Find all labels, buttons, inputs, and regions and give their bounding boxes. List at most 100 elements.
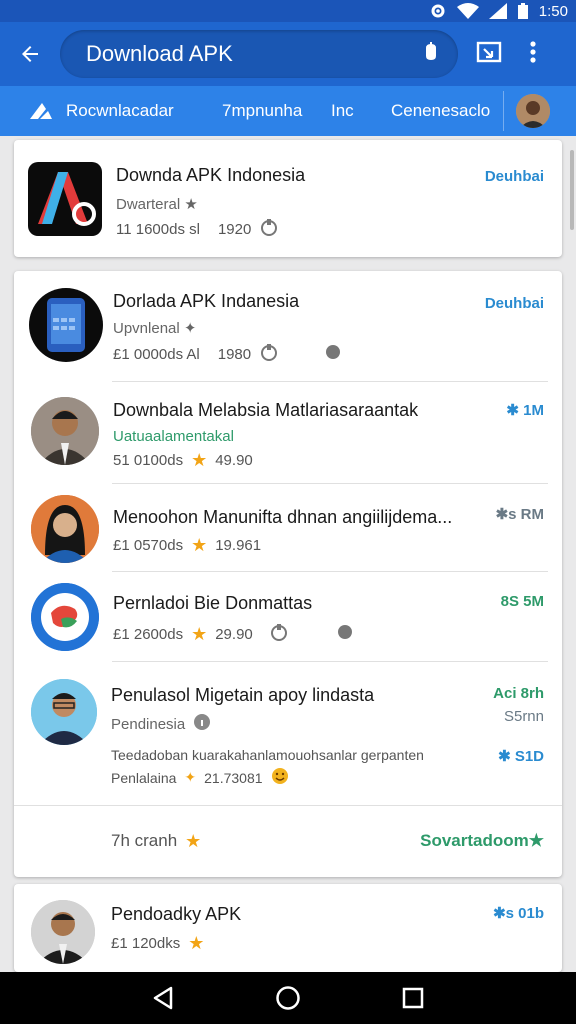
app-meta: £1 120dks ★: [111, 933, 204, 954]
app-meta: £1 0000ds Al 1980: [113, 342, 341, 366]
search-field[interactable]: Download APK: [60, 30, 458, 78]
app-subtitle: Uatuaalamentakal: [113, 428, 234, 445]
nav-home-button[interactable]: [268, 978, 308, 1018]
meta-label: Penlalaina: [111, 769, 177, 786]
size-label: Aci 8rh: [493, 685, 544, 702]
circle-home-icon: [276, 986, 300, 1010]
star-icon: ★: [188, 933, 205, 953]
footer-rating: 7h cranh ★: [111, 831, 201, 852]
screen: 1:50 Download APK Rocwnlacadar 7mpnunha …: [0, 0, 576, 1024]
app-title: Menoohon Manunifta dhnan angiilijdema...: [113, 507, 453, 527]
hand-icon: [269, 622, 289, 646]
app-subtitle: Pendinesia: [111, 715, 186, 733]
location-icon: [337, 624, 353, 644]
app-title: Dorlada APK Indanesia: [113, 291, 300, 311]
person-avatar: [31, 495, 99, 563]
download-button[interactable]: Deuhbai: [485, 168, 544, 185]
cast-icon[interactable]: [476, 41, 502, 68]
rating: 19.961: [215, 537, 262, 554]
app-subtitle-row: Pendinesia: [111, 713, 211, 735]
app-title: Pendoadky APK: [111, 904, 242, 924]
triangle-back-icon: [153, 986, 172, 1010]
app-list-card: Dorlada APK Indanesia Upvnlenal ✦ £1 000…: [14, 271, 562, 877]
star-icon: ★: [185, 830, 202, 851]
list-item[interactable]: Dorlada APK Indanesia Upvnlenal ✦ £1 000…: [14, 271, 562, 381]
card-footer: 7h cranh ★ Sovartadoom★: [14, 805, 562, 877]
list-item[interactable]: Penulasol Migetain apoy lindasta Pendine…: [14, 661, 562, 805]
more-downloads-link[interactable]: Sovartadoom★: [420, 831, 544, 851]
size-label: 8S 5M: [500, 593, 544, 610]
meta-number: 1920: [217, 220, 252, 238]
system-nav-bar: [0, 972, 576, 1024]
tab-downloads[interactable]: Rocwnlacadar: [0, 86, 205, 136]
tab-inc[interactable]: Inc: [331, 86, 391, 136]
app-meta: 11 1600ds sl 1920: [116, 217, 279, 241]
app-description: Teedadoban kuarakahanlamouohsanlar gerpa…: [111, 747, 424, 763]
app-logo-icon: [28, 162, 102, 236]
star-icon: ★: [191, 623, 208, 644]
tab-label: Rocwnlacadar: [66, 101, 174, 120]
app-meta: £1 2600ds ★ 29.90: [113, 622, 353, 646]
size-label: ✱s RM: [495, 506, 544, 523]
download-count: 11 1600ds sl: [116, 220, 200, 238]
app-meta: Penlalaina ✦ 21.73081: [111, 767, 289, 788]
profile-avatar[interactable]: [516, 94, 550, 128]
app-card[interactable]: Pendoadky APK £1 120dks ★ ✱s 01b: [14, 884, 562, 972]
size-label: ✱ 1M: [506, 402, 544, 419]
sparkle-icon: ✦: [184, 769, 197, 785]
logo-tab-icon: [30, 103, 52, 119]
app-circle-icon: [31, 583, 99, 651]
person-avatar: [31, 397, 99, 465]
hand-icon: [259, 217, 279, 241]
size-sublabel: S5rnn: [503, 708, 544, 725]
list-item[interactable]: Pernladoi Bie Donmattas £1 2600ds ★ 29.9…: [14, 571, 562, 661]
star-icon: ★: [191, 450, 208, 470]
tab-divider: [503, 91, 504, 131]
tab-popular[interactable]: 7mpnunha: [205, 86, 331, 136]
download-count: £1 2600ds: [113, 625, 184, 643]
rating: 49.90: [215, 452, 253, 469]
download-count: £1 0000ds Al: [113, 345, 200, 363]
scrollbar[interactable]: [570, 150, 574, 230]
list-item[interactable]: Downbala Melabsia Matlariasaraantak Uatu…: [14, 381, 562, 483]
download-count: £1 120dks: [111, 935, 181, 952]
search-input[interactable]: Download APK: [86, 41, 424, 67]
more-vert-icon[interactable]: [530, 40, 536, 68]
nav-back-button[interactable]: [143, 978, 183, 1018]
arrow-back-icon: [22, 46, 38, 62]
info-icon: [193, 713, 211, 735]
tab-categories[interactable]: Cenenesaclo: [391, 86, 503, 136]
app-card-featured[interactable]: Downda APK Indonesia Dwarteral ★ 11 1600…: [14, 140, 562, 257]
rating: 29.90: [215, 625, 253, 643]
square-recents-icon: [403, 987, 424, 1009]
emoji-icon: [271, 767, 289, 788]
back-button[interactable]: [0, 22, 60, 86]
meta-number: 1980: [217, 345, 252, 363]
list-item[interactable]: Menoohon Manunifta dhnan angiilijdema...…: [14, 483, 562, 571]
gear-status-icon: [429, 2, 447, 20]
nav-recents-button[interactable]: [393, 978, 433, 1018]
app-title: Downda APK Indonesia: [116, 165, 306, 185]
signal-icon: [488, 3, 507, 19]
size-label: ✱s 01b: [493, 905, 544, 922]
tab-label: Cenenesaclo: [391, 101, 491, 120]
app-title: Pernladoi Bie Donmattas: [113, 593, 313, 613]
meta-number: 21.73081: [204, 769, 263, 786]
voice-icon[interactable]: [424, 41, 438, 67]
size-label: ✱ S1D: [498, 748, 544, 765]
app-bar: Download APK: [0, 22, 576, 86]
app-subtitle: Dwarteral ★: [116, 196, 198, 213]
app-title: Penulasol Migetain apoy lindasta: [111, 685, 375, 705]
download-count: £1 0570ds: [113, 537, 184, 554]
download-button[interactable]: Deuhbai: [485, 295, 544, 312]
person-avatar: [31, 900, 95, 964]
app-phone-icon: [29, 288, 103, 362]
download-count: 51 0100ds: [113, 452, 184, 469]
person-avatar: [31, 679, 97, 745]
status-time: 1:50: [538, 2, 568, 20]
app-title: Downbala Melabsia Matlariasaraantak: [113, 400, 419, 420]
app-meta: £1 0570ds ★ 19.961: [113, 535, 261, 556]
app-subtitle: Upvnlenal ✦: [113, 320, 197, 337]
battery-icon: [517, 3, 529, 19]
footer-left-text: 7h cranh: [111, 831, 178, 850]
